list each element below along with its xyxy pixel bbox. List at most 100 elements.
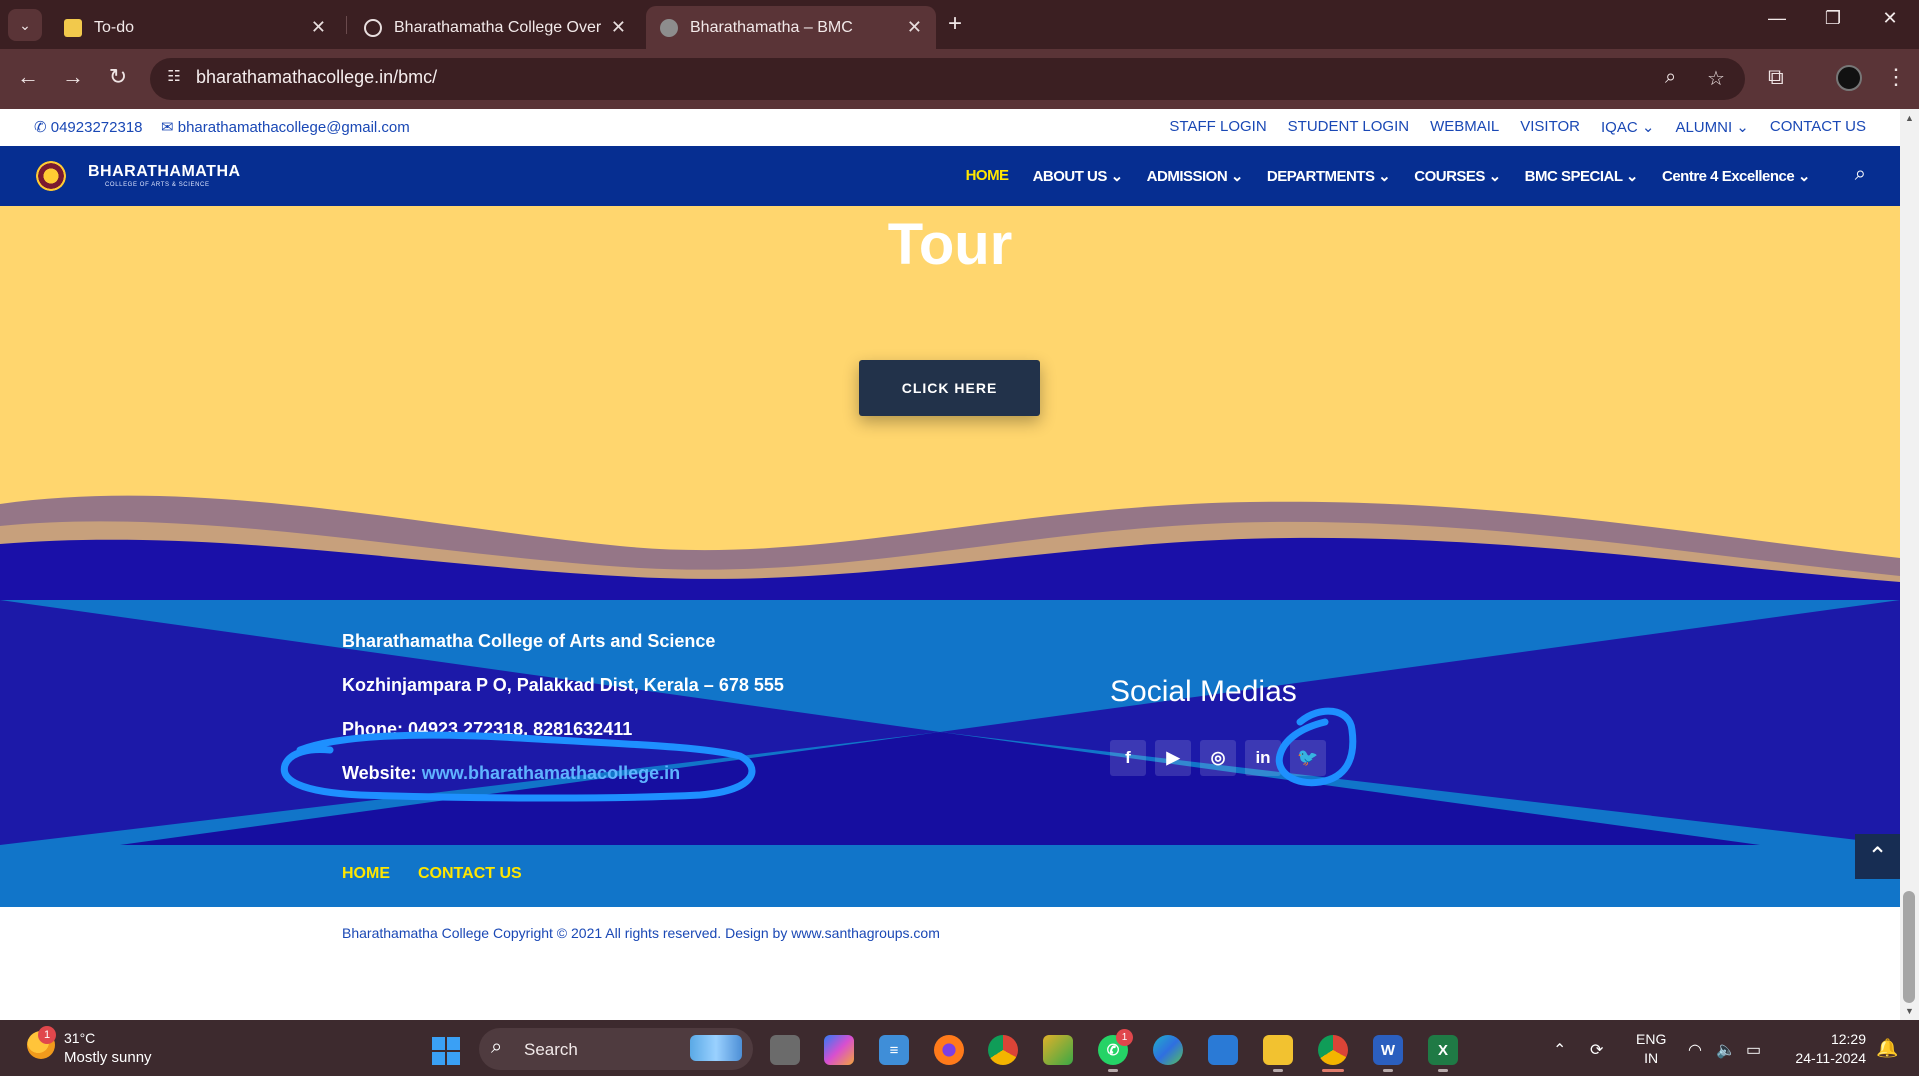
- nav-label: Centre 4 Excellence: [1662, 168, 1795, 185]
- tab-overview[interactable]: Bharathamatha College Overvie ✕: [350, 6, 640, 49]
- address-bar-url[interactable]: bharathamathacollege.in/bmc/: [196, 67, 437, 88]
- nav-admission[interactable]: ADMISSION ⌄: [1146, 167, 1244, 185]
- store-icon[interactable]: [1208, 1035, 1238, 1065]
- edge-icon[interactable]: [1153, 1035, 1183, 1065]
- copilot-icon[interactable]: [824, 1035, 854, 1065]
- profile-avatar[interactable]: [1836, 65, 1862, 91]
- windows-start-icon[interactable]: [432, 1037, 460, 1065]
- search-icon[interactable]: ⌕: [1855, 163, 1866, 186]
- task-view-icon[interactable]: [770, 1035, 800, 1065]
- minimize-icon[interactable]: —: [1757, 8, 1797, 29]
- twitter-icon[interactable]: 🐦: [1290, 740, 1326, 776]
- scroll-down-arrow[interactable]: ▼: [1905, 1006, 1914, 1016]
- taskbar-search-label[interactable]: Search: [524, 1040, 578, 1060]
- click-here-button[interactable]: CLICK HERE: [859, 360, 1040, 416]
- webmail-link[interactable]: WEBMAIL: [1430, 118, 1499, 136]
- scroll-to-top-button[interactable]: ⌃: [1855, 834, 1900, 879]
- zoom-icon[interactable]: ⌕: [1665, 66, 1676, 89]
- lang-code: ENG: [1636, 1031, 1667, 1047]
- wifi-icon[interactable]: ◠: [1688, 1040, 1702, 1060]
- forward-icon[interactable]: →: [58, 64, 88, 90]
- globe-icon: [660, 18, 678, 37]
- nav-label: BMC SPECIAL: [1524, 168, 1623, 185]
- language-indicator[interactable]: ENG IN: [1636, 1030, 1666, 1068]
- top-phone-link[interactable]: ✆ 04923272318: [34, 118, 143, 136]
- file-explorer-icon[interactable]: [1263, 1035, 1293, 1065]
- nav-courses[interactable]: COURSES ⌄: [1414, 167, 1501, 185]
- tab-title: Bharathamatha College Overvie: [394, 18, 601, 36]
- close-icon[interactable]: ✕: [907, 17, 922, 38]
- restore-icon[interactable]: ❐: [1813, 8, 1853, 29]
- firefox-icon[interactable]: [934, 1035, 964, 1065]
- footer-contact-link[interactable]: CONTACT US: [418, 865, 522, 883]
- window-close-icon[interactable]: ✕: [1870, 8, 1910, 29]
- new-tab-button[interactable]: +: [948, 10, 962, 38]
- nav-label: ADMISSION: [1146, 168, 1228, 185]
- chrome-active-icon[interactable]: [1318, 1035, 1348, 1065]
- sync-icon[interactable]: ⟳: [1590, 1040, 1603, 1060]
- tab-todo[interactable]: To-do ✕: [50, 6, 340, 49]
- chevron-down-icon: ⌄: [1378, 168, 1391, 185]
- chevron-down-icon: ⌄: [1797, 168, 1811, 185]
- weather-description[interactable]: Mostly sunny: [64, 1049, 152, 1066]
- instagram-icon[interactable]: ◎: [1200, 740, 1236, 776]
- weather-badge: 1: [38, 1026, 56, 1044]
- nav-about-us[interactable]: ABOUT US ⌄: [1032, 167, 1124, 185]
- website-link[interactable]: www.bharathamathacollege.in: [422, 763, 680, 783]
- close-icon[interactable]: ✕: [611, 17, 626, 38]
- browser-menu-icon[interactable]: ⋮: [1885, 64, 1907, 90]
- tab-bmc[interactable]: Bharathamatha – BMC ✕: [646, 6, 936, 49]
- notification-bell-icon[interactable]: 🔔: [1876, 1038, 1898, 1059]
- nav-departments[interactable]: DEPARTMENTS ⌄: [1267, 167, 1391, 185]
- youtube-icon[interactable]: ▶: [1155, 740, 1191, 776]
- footer-bottom-bar: HOME CONTACT US: [0, 845, 1900, 907]
- battery-icon[interactable]: ▭: [1746, 1040, 1761, 1060]
- active-indicator: [1322, 1069, 1344, 1072]
- college-logo[interactable]: [36, 161, 66, 191]
- page-scrollbar[interactable]: [1900, 109, 1919, 1020]
- chatgpt-icon: [364, 18, 382, 37]
- nav-label: COURSES: [1414, 168, 1485, 185]
- web-page: ✆ 04923272318 ✉ bharathamathacollege@gma…: [0, 109, 1900, 1020]
- back-icon[interactable]: ←: [13, 64, 43, 90]
- bookmark-star-icon[interactable]: ☆: [1707, 66, 1725, 91]
- alumni-label: ALUMNI: [1675, 119, 1733, 136]
- alumni-link[interactable]: ALUMNI ⌄: [1675, 118, 1748, 136]
- contact-us-link[interactable]: CONTACT US: [1770, 118, 1866, 136]
- running-indicator: [1273, 1069, 1283, 1072]
- facebook-icon[interactable]: f: [1110, 740, 1146, 776]
- footer-home-link[interactable]: HOME: [342, 865, 390, 883]
- excel-icon[interactable]: X: [1428, 1035, 1458, 1065]
- iqac-link[interactable]: IQAC ⌄: [1601, 118, 1654, 136]
- chevron-down-icon: ⌄: [1230, 168, 1244, 185]
- staff-login-link[interactable]: STAFF LOGIN: [1169, 118, 1266, 136]
- student-login-link[interactable]: STUDENT LOGIN: [1288, 118, 1409, 136]
- extensions-icon[interactable]: ⧉: [1768, 64, 1784, 90]
- site-info-icon[interactable]: ☷: [162, 67, 186, 91]
- weather-temperature[interactable]: 31°C: [64, 1030, 95, 1046]
- footer: Bharathamatha College of Arts and Scienc…: [0, 600, 1900, 845]
- whatsapp-badge: 1: [1116, 1029, 1133, 1046]
- top-email-link[interactable]: ✉ bharathamathacollege@gmail.com: [161, 118, 410, 136]
- site-top-bar: ✆ 04923272318 ✉ bharathamathacollege@gma…: [0, 109, 1900, 146]
- visitor-link[interactable]: VISITOR: [1520, 118, 1580, 136]
- logo-name[interactable]: BHARATHAMATHA: [88, 163, 241, 181]
- linkedin-icon[interactable]: in: [1245, 740, 1281, 776]
- scroll-up-arrow[interactable]: ▲: [1905, 113, 1914, 123]
- close-icon[interactable]: ✕: [311, 17, 326, 38]
- nav-home[interactable]: HOME: [966, 167, 1010, 185]
- clock[interactable]: 12:29 24-11-2024: [1776, 1030, 1866, 1068]
- nav-label: ABOUT US: [1032, 168, 1108, 185]
- scrollbar-thumb[interactable]: [1903, 891, 1915, 1003]
- nav-bmc-special[interactable]: BMC SPECIAL ⌄: [1524, 167, 1639, 185]
- reload-icon[interactable]: ↻: [103, 64, 133, 90]
- word-icon[interactable]: W: [1373, 1035, 1403, 1065]
- email-address: bharathamathacollege@gmail.com: [177, 119, 410, 136]
- nav-centre-4-excellence[interactable]: Centre 4 Excellence ⌄: [1662, 167, 1811, 185]
- tab-search-button[interactable]: ⌄: [8, 9, 42, 41]
- snipping-tool-icon[interactable]: [1043, 1035, 1073, 1065]
- chrome-icon[interactable]: [988, 1035, 1018, 1065]
- show-hidden-icons-chevron-icon[interactable]: ⌃: [1553, 1040, 1566, 1060]
- volume-icon[interactable]: 🔈: [1716, 1040, 1736, 1060]
- notepad-icon[interactable]: ≡: [879, 1035, 909, 1065]
